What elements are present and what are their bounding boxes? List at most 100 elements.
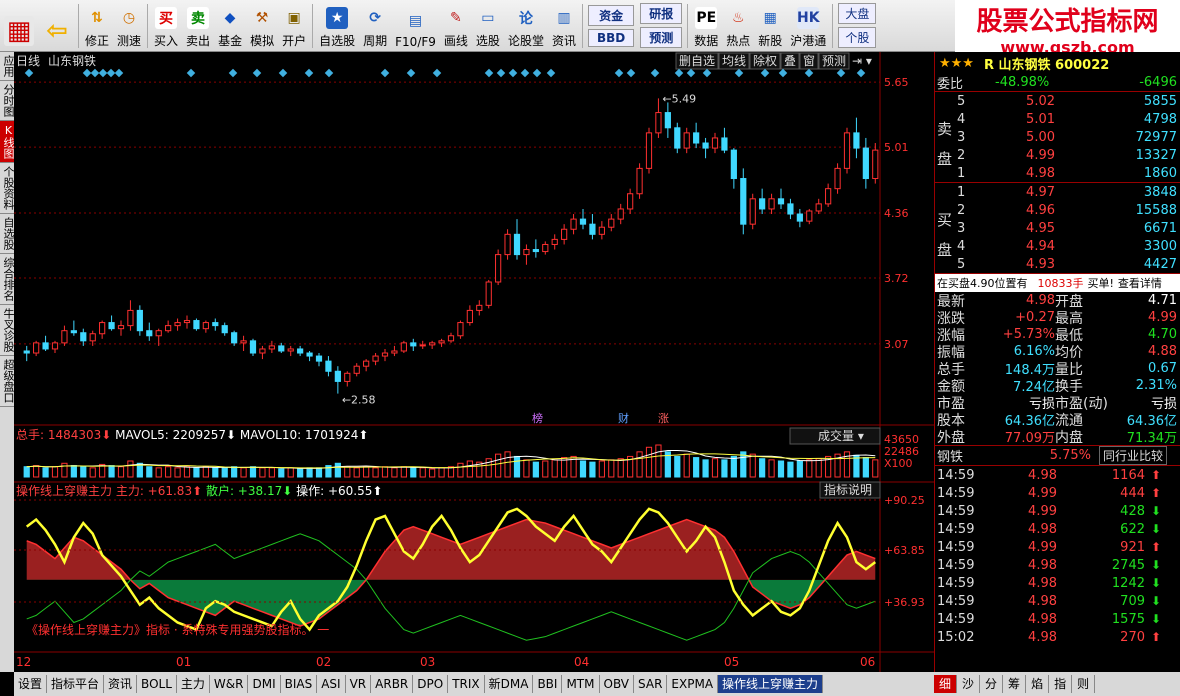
candle[interactable] — [231, 332, 238, 344]
indicator-tab[interactable]: ASI — [317, 675, 346, 693]
indicator-tab[interactable]: 资讯 — [104, 675, 138, 693]
candle[interactable] — [749, 198, 756, 225]
candle[interactable] — [740, 178, 747, 225]
candle[interactable] — [419, 344, 426, 347]
candle[interactable] — [183, 320, 191, 324]
candle[interactable] — [42, 342, 49, 350]
indicator-tab[interactable]: VR — [346, 675, 372, 693]
candle[interactable] — [429, 342, 436, 346]
toolbar-pair-button[interactable]: 大盘 — [838, 3, 877, 24]
indicator-tab[interactable]: 主力 — [177, 675, 210, 693]
candle[interactable] — [589, 223, 596, 235]
candle[interactable] — [777, 198, 785, 205]
left-tab[interactable]: 应用 — [0, 52, 15, 81]
candle[interactable] — [315, 355, 323, 362]
toolbar-pair-button[interactable]: 研报 — [640, 3, 683, 24]
candle[interactable] — [325, 360, 332, 372]
toolbar-buy-icon-button[interactable]: 买买入 — [150, 1, 182, 51]
candle[interactable] — [400, 342, 407, 352]
candle[interactable] — [796, 213, 803, 222]
candle[interactable] — [297, 348, 304, 354]
event-label[interactable]: 涨 — [658, 412, 669, 425]
candle[interactable] — [89, 333, 96, 342]
toolbar-fire-icon-button[interactable]: ♨ 热点 — [722, 1, 754, 51]
candle[interactable] — [174, 322, 181, 327]
candle[interactable] — [815, 203, 822, 212]
candle[interactable] — [165, 325, 172, 332]
indicator-tab[interactable]: W&R — [210, 675, 249, 693]
candle[interactable] — [249, 340, 257, 354]
toolbar-star-icon-button[interactable]: ★ 自选股 — [315, 1, 359, 51]
candle[interactable] — [447, 335, 455, 342]
candle[interactable] — [485, 281, 492, 306]
candle[interactable] — [363, 360, 370, 367]
candle[interactable] — [843, 132, 851, 169]
indicator-tab[interactable]: BBI — [533, 675, 563, 693]
right-tab[interactable]: 沙 — [957, 675, 981, 693]
candle[interactable] — [70, 330, 77, 334]
chart-menu-arrow-icon[interactable]: ⇥ ▾ — [852, 54, 872, 68]
toolbar-monitor-icon-button[interactable]: ▭ 选股 — [472, 1, 504, 51]
candle[interactable] — [655, 112, 662, 134]
left-tab[interactable]: 自选股 — [0, 214, 15, 254]
toolbar-sell-icon-button[interactable]: 卖卖出 — [182, 1, 214, 51]
buys-level-row[interactable]: 3 4.95 6671 — [935, 219, 1180, 237]
sells-level-row[interactable]: 1 4.98 1860 — [935, 164, 1180, 182]
indicator-tab[interactable]: SAR — [634, 675, 668, 693]
candle[interactable] — [825, 188, 832, 205]
left-tab[interactable]: 综合排名 — [0, 254, 15, 305]
candle[interactable] — [466, 309, 473, 324]
sells-level-row[interactable]: 5 5.02 5855 — [935, 92, 1180, 110]
candle[interactable] — [457, 322, 464, 337]
sells-level-row[interactable]: 2 4.99 13327 — [935, 146, 1180, 164]
candle[interactable] — [627, 193, 634, 210]
candle[interactable] — [561, 228, 568, 240]
brand-banner[interactable]: 股票公式指标网 www.gszb.com — [955, 0, 1180, 58]
indicator-tab[interactable]: DPO — [413, 675, 449, 693]
candle[interactable] — [806, 210, 813, 222]
candle[interactable] — [645, 132, 653, 169]
notice-row[interactable]: 在买盘4.90位置有 10833手 买单! 查看详情 — [935, 274, 1180, 292]
sector-label[interactable]: 钢铁 — [935, 446, 1015, 465]
sells-level-row[interactable]: 4 5.01 4798 — [935, 110, 1180, 128]
left-tab[interactable]: 个股资料 — [0, 163, 15, 214]
right-tab[interactable]: 焰 — [1026, 675, 1050, 693]
right-tab[interactable]: 分 — [980, 675, 1004, 693]
indicator-tab[interactable]: ARBR — [371, 675, 414, 693]
left-tab[interactable]: 分时图 — [0, 81, 15, 121]
candle[interactable] — [202, 322, 209, 330]
candle[interactable] — [834, 167, 841, 190]
candle[interactable] — [287, 348, 294, 352]
candle[interactable] — [617, 208, 624, 220]
candle[interactable] — [759, 198, 766, 210]
candle[interactable] — [495, 254, 502, 283]
event-label[interactable]: 榜 — [532, 411, 543, 425]
candle[interactable] — [221, 325, 228, 334]
toolbar-hk-icon-button[interactable]: HK 沪港通 — [786, 1, 830, 51]
right-tab[interactable]: 细 — [934, 675, 958, 693]
toolbar-app-icon-button[interactable]: ▦ — [0, 1, 38, 51]
toolbar-pe-icon-button[interactable]: PE 数据 — [690, 1, 722, 51]
candle[interactable] — [674, 127, 681, 149]
candle[interactable] — [80, 332, 87, 342]
toolbar-f10-icon-button[interactable]: ▤ F10/F9 — [391, 1, 440, 51]
stock-chart[interactable]: 日线 山东钢铁 删自选 均线 除权叠窗预测 ⇥ ▾ 5.65 5.01 4.36 3.72 3.07… — [14, 52, 934, 672]
candle[interactable] — [268, 345, 275, 350]
candle[interactable] — [391, 350, 398, 354]
indicator-tab[interactable]: 指标平台 — [47, 675, 105, 693]
candle[interactable] — [504, 233, 511, 256]
candle[interactable] — [146, 330, 153, 337]
candle[interactable] — [108, 322, 115, 330]
candle[interactable] — [551, 238, 558, 245]
candle[interactable] — [542, 243, 549, 253]
candle[interactable] — [862, 147, 869, 180]
candle[interactable] — [117, 325, 125, 330]
candle[interactable] — [532, 249, 539, 253]
toolbar-pair-button[interactable]: 个股 — [838, 27, 877, 48]
candle[interactable] — [51, 342, 59, 350]
toolbar-hammer-icon-button[interactable]: ⚒ 模拟 — [246, 1, 278, 51]
notice-link[interactable]: 查看详情 — [1118, 275, 1162, 291]
right-tab[interactable]: 则 — [1072, 675, 1096, 693]
candle[interactable] — [730, 149, 737, 180]
toolbar-pair-button[interactable]: 资金 — [587, 4, 635, 26]
